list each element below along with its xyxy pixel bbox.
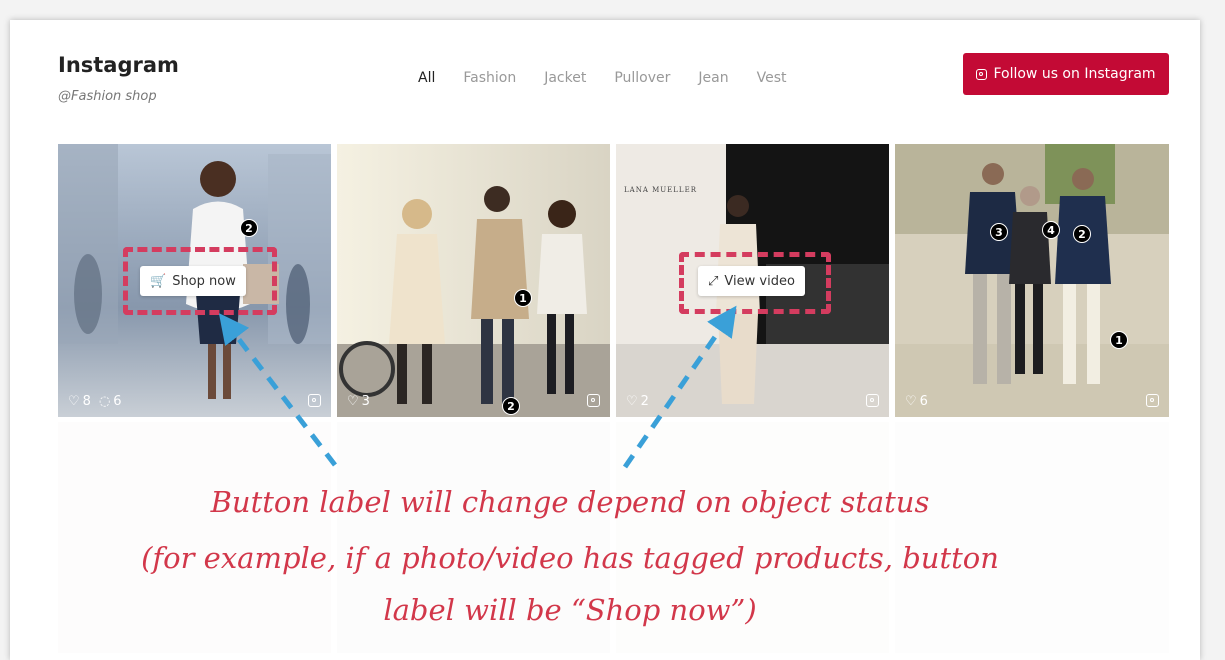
arrow-shop-now <box>218 313 337 467</box>
arrow-view-video <box>622 305 737 469</box>
annotation-line-2: (for example, if a photo/video has tagge… <box>141 541 999 575</box>
annotation-line-3: label will be “Shop now”) <box>383 593 757 627</box>
annotation-line-1: Button label will change depend on objec… <box>210 485 930 519</box>
